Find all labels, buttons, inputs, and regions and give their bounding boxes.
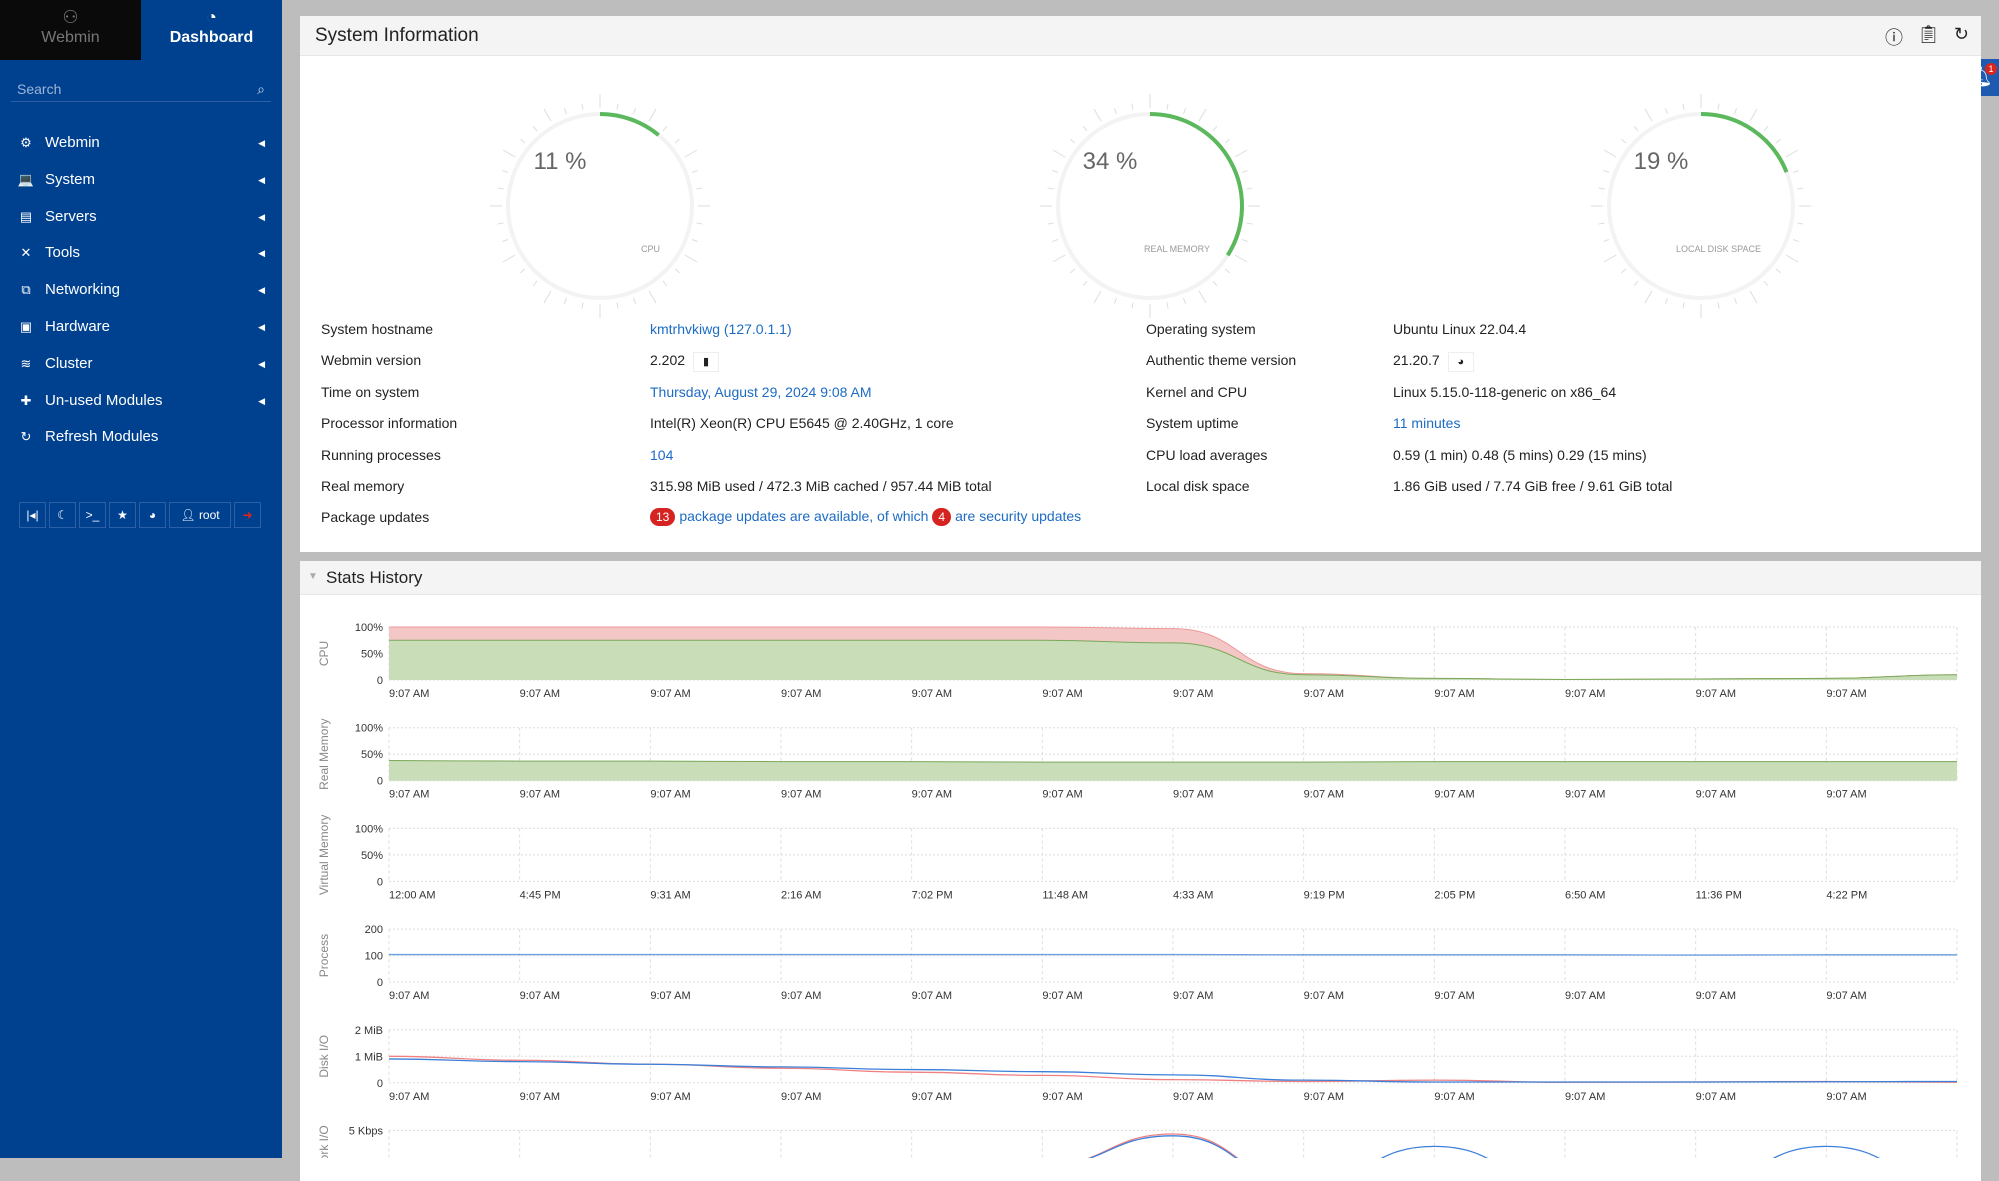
x-tick-label: 2:05 PM [1434, 889, 1475, 901]
x-tick-label: 2:16 AM [781, 889, 821, 901]
y-tick-label: 100% [355, 823, 383, 835]
x-tick-label: 9:07 AM [912, 1091, 952, 1103]
x-tick-label: 9:07 AM [650, 990, 690, 1002]
x-tick-label: 9:07 AM [1826, 990, 1866, 1002]
x-tick-label: 4:45 PM [520, 889, 561, 901]
y-tick-label: 100% [355, 723, 383, 735]
x-tick-label: 9:07 AM [520, 990, 560, 1002]
x-tick-label: 9:07 AM [1304, 688, 1344, 700]
x-tick-label: 9:07 AM [1042, 1091, 1082, 1103]
y-tick-label: 2 MiB [355, 1025, 383, 1037]
x-tick-label: 9:07 AM [389, 789, 429, 801]
x-tick-label: 9:07 AM [389, 688, 429, 700]
y-tick-label: 0 [377, 876, 383, 888]
x-tick-label: 9:07 AM [781, 789, 821, 801]
chart-ylabel: CPU [317, 641, 331, 666]
chart-ylabel: Real Memory [317, 719, 331, 790]
x-tick-label: 9:07 AM [1304, 1091, 1344, 1103]
y-tick-label: 50% [361, 649, 383, 661]
x-tick-label: 9:19 PM [1304, 889, 1345, 901]
x-tick-label: 9:07 AM [781, 990, 821, 1002]
chart-ylabel: Disk I/O [317, 1035, 331, 1078]
chart-cpu: CPU 100% 50% 0 9:07 AM 9:07 AM 9:07 AM 9:07 AM 9… [317, 622, 1958, 700]
x-tick-label: 9:07 AM [650, 1091, 690, 1103]
chart-ylabel: Virtual Memory [317, 815, 331, 895]
x-tick-label: 9:07 AM [1565, 688, 1605, 700]
x-tick-label: 9:07 AM [1826, 789, 1866, 801]
chart-process: Process 200 100 0 9:07 AM 9:07 AM 9:07 AM 9:07 … [317, 924, 1958, 1002]
x-tick-label: 9:07 AM [1826, 1091, 1866, 1103]
y-tick-label: 0 [377, 977, 383, 989]
x-tick-label: 4:33 AM [1173, 889, 1213, 901]
x-tick-label: 9:07 AM [912, 789, 952, 801]
chart-ylabel: Process [317, 934, 331, 977]
x-tick-label: 9:07 AM [1434, 1091, 1474, 1103]
stats-charts: CPU 100% 50% 0 9:07 AM 9:07 AM 9:07 AM 9:07 AM 9… [317, 622, 1958, 1158]
x-tick-label: 12:00 AM [389, 889, 435, 901]
x-tick-label: 9:07 AM [1826, 688, 1866, 700]
y-tick-label: 50% [361, 850, 383, 862]
chart-network-i-o: Network I/O 5 Kbps [317, 1125, 1958, 1158]
x-tick-label: 9:07 AM [1434, 990, 1474, 1002]
x-tick-label: 11:36 PM [1696, 889, 1742, 901]
chart-ylabel: Network I/O [317, 1125, 331, 1158]
x-tick-label: 9:07 AM [781, 1091, 821, 1103]
x-tick-label: 9:07 AM [1434, 688, 1474, 700]
x-tick-label: 9:07 AM [389, 990, 429, 1002]
y-tick-label: 0 [377, 776, 383, 788]
x-tick-label: 9:07 AM [1042, 789, 1082, 801]
chart-real-memory: Real Memory 100% 50% 0 9:07 AM 9:07 AM 9:07 AM… [317, 719, 1958, 801]
y-tick-label: 0 [377, 675, 383, 687]
chart-disk-i-o: Disk I/O 2 MiB 1 MiB 0 9:07 AM 9:07 AM 9:07 AM… [317, 1025, 1958, 1103]
x-tick-label: 11:48 AM [1042, 889, 1088, 901]
x-tick-label: 9:07 AM [1173, 990, 1213, 1002]
series-line [389, 953, 1957, 956]
x-tick-label: 9:07 AM [1173, 789, 1213, 801]
x-tick-label: 9:07 AM [1304, 789, 1344, 801]
x-tick-label: 6:50 AM [1565, 889, 1605, 901]
y-tick-label: 50% [361, 749, 383, 761]
y-tick-label: 200 [365, 924, 383, 936]
y-tick-label: 100% [355, 622, 383, 634]
x-tick-label: 9:07 AM [389, 1091, 429, 1103]
x-tick-label: 9:07 AM [1696, 990, 1736, 1002]
x-tick-label: 9:07 AM [1696, 789, 1736, 801]
y-tick-label: 0 [377, 1078, 383, 1090]
x-tick-label: 9:07 AM [520, 1091, 560, 1103]
x-tick-label: 9:07 AM [912, 990, 952, 1002]
x-tick-label: 9:07 AM [520, 688, 560, 700]
y-tick-label: 100 [365, 951, 383, 963]
x-tick-label: 9:07 AM [1696, 1091, 1736, 1103]
series-area [389, 760, 1957, 781]
y-tick-label: 5 Kbps [349, 1126, 384, 1138]
x-tick-label: 9:07 AM [912, 688, 952, 700]
series-area [389, 640, 1957, 680]
y-tick-label: 1 MiB [355, 1051, 383, 1063]
x-tick-label: 9:31 AM [650, 889, 690, 901]
x-tick-label: 9:07 AM [1042, 688, 1082, 700]
x-tick-label: 9:07 AM [1696, 688, 1736, 700]
x-tick-label: 7:02 PM [912, 889, 953, 901]
x-tick-label: 9:07 AM [1173, 688, 1213, 700]
chart-virtual-memory: Virtual Memory 100% 50% 0 12:00 AM 4:45 PM 9:3… [317, 815, 1958, 901]
x-tick-label: 9:07 AM [1173, 1091, 1213, 1103]
x-tick-label: 9:07 AM [781, 688, 821, 700]
x-tick-label: 9:07 AM [1565, 1091, 1605, 1103]
x-tick-label: 9:07 AM [1565, 789, 1605, 801]
x-tick-label: 9:07 AM [1304, 990, 1344, 1002]
x-tick-label: 9:07 AM [650, 688, 690, 700]
x-tick-label: 9:07 AM [1565, 990, 1605, 1002]
x-tick-label: 9:07 AM [650, 789, 690, 801]
x-tick-label: 9:07 AM [520, 789, 560, 801]
x-tick-label: 9:07 AM [1434, 789, 1474, 801]
x-tick-label: 4:22 PM [1826, 889, 1867, 901]
x-tick-label: 9:07 AM [1042, 990, 1082, 1002]
